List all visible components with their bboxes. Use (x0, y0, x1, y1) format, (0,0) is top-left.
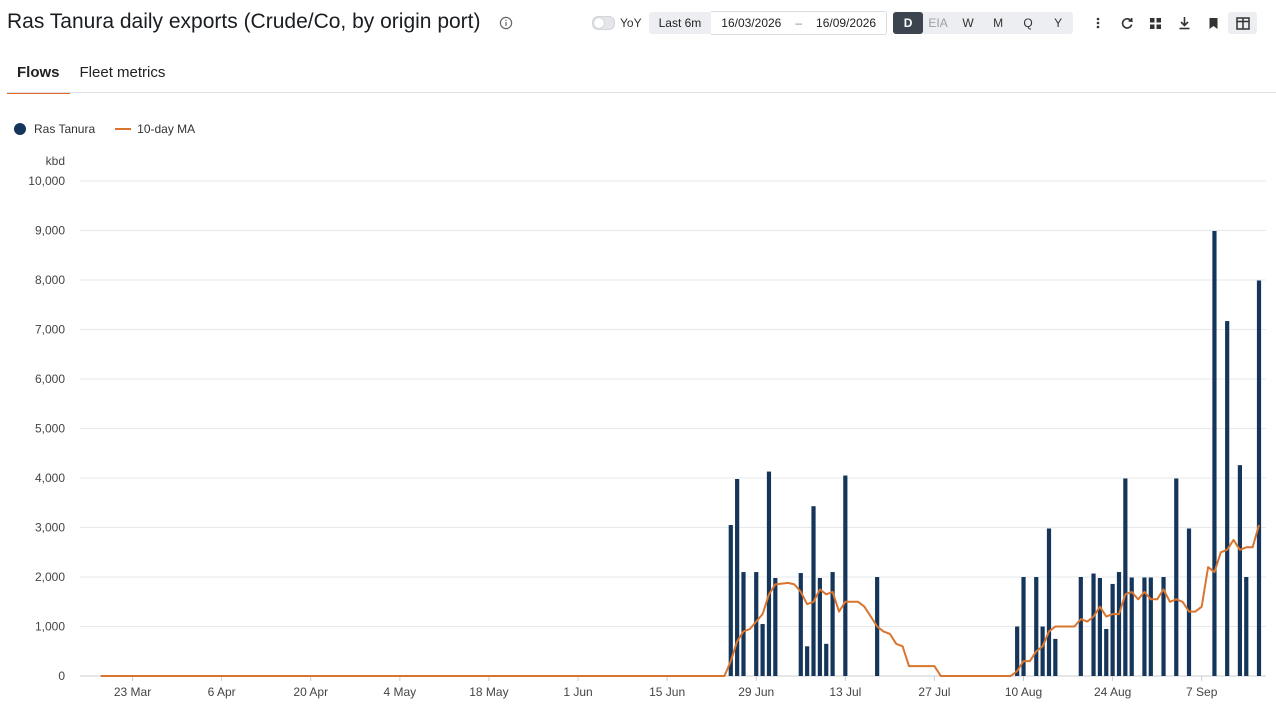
more-vertical-icon[interactable] (1083, 12, 1112, 34)
panel-icon[interactable] (1228, 12, 1258, 34)
bar (1256, 280, 1262, 676)
bar (1186, 528, 1192, 676)
y-tick-label: 0 (58, 669, 65, 683)
bar (824, 643, 829, 676)
grid-icon[interactable] (1141, 12, 1170, 34)
freq-daily-button[interactable]: D (893, 12, 924, 34)
legend-swatch-bars (14, 123, 26, 135)
x-tick-label: 24 Aug (1094, 685, 1131, 699)
bookmark-icon[interactable] (1199, 12, 1228, 34)
bar (1078, 577, 1083, 676)
bar (1040, 626, 1045, 676)
info-icon[interactable] (499, 16, 513, 30)
bar (766, 471, 772, 676)
tab-fleet-metrics[interactable]: Fleet metrics (70, 58, 176, 92)
chart-header: Ras Tanura daily exports (Crude/Co, by o… (0, 0, 1276, 46)
bar (1091, 573, 1096, 676)
bar (1212, 230, 1217, 676)
x-tick-label: 20 Apr (293, 685, 328, 699)
x-tick-label: 23 Mar (114, 685, 151, 699)
freq-monthly-button[interactable]: M (983, 12, 1013, 34)
freq-weekly-button[interactable]: W (953, 12, 983, 34)
bar (1237, 465, 1243, 676)
freq-quarterly-button[interactable]: Q (1013, 12, 1043, 34)
x-tick-label: 4 May (383, 685, 416, 699)
bar (1104, 628, 1109, 676)
yoy-toggle[interactable] (592, 16, 615, 30)
y-tick-label: 4,000 (35, 471, 65, 485)
date-from[interactable]: 16/03/2026 (721, 16, 781, 30)
tab-bar: Flows Fleet metrics (7, 58, 176, 94)
x-tick-label: 7 Sep (1186, 685, 1218, 699)
bar (1110, 583, 1115, 676)
bar (1174, 478, 1179, 676)
freq-yearly-button[interactable]: Y (1043, 12, 1073, 34)
x-tick-label: 27 Jul (918, 685, 950, 699)
bar (773, 577, 778, 676)
y-tick-label: 5,000 (35, 422, 65, 436)
bar (760, 624, 765, 676)
date-to[interactable]: 16/09/2026 (816, 16, 876, 30)
frequency-selector: D EIA W M Q Y (893, 12, 1074, 34)
bar (843, 475, 848, 676)
legend-label-bars[interactable]: Ras Tanura (34, 122, 95, 136)
bar (1034, 577, 1039, 676)
yoy-label: YoY (620, 16, 642, 30)
series-line-10-day-ma (100, 524, 1260, 677)
x-tick-label: 1 Jun (563, 685, 592, 699)
date-range-picker[interactable]: 16/03/2026 – 16/09/2026 (711, 11, 888, 35)
x-tick-label: 13 Jul (829, 685, 861, 699)
toolbar-icons (1083, 12, 1258, 34)
y-tick-label: 6,000 (35, 372, 65, 386)
refresh-icon[interactable] (1112, 12, 1141, 34)
bar (798, 573, 803, 676)
legend-label-line[interactable]: 10-day MA (137, 122, 195, 136)
freq-eia-button[interactable]: EIA (923, 12, 953, 34)
bar (1123, 478, 1128, 676)
bar (1097, 577, 1102, 676)
y-tick-label: 10,000 (28, 174, 65, 188)
range-preset-button[interactable]: Last 6m (648, 12, 712, 34)
y-tick-label: 7,000 (35, 323, 65, 337)
bar (1148, 577, 1153, 676)
chart-legend: Ras Tanura 10-day MA (14, 122, 195, 136)
bar (1046, 528, 1052, 676)
x-tick-label: 15 Jun (649, 685, 685, 699)
x-tick-label: 18 May (469, 685, 508, 699)
chart-plot: kbd 0 1,000 2,000 3,000 4,000 5,000 6,000 7,000 8… (28, 154, 1266, 699)
download-icon[interactable] (1170, 12, 1199, 34)
tab-flows[interactable]: Flows (7, 58, 70, 94)
legend-swatch-line (115, 128, 132, 130)
bar (1053, 638, 1058, 676)
y-tick-label: 8,000 (35, 273, 65, 287)
bar (741, 572, 746, 676)
toolbar: YoY Last 6m 16/03/2026 – 16/09/2026 D EI… (592, 11, 1258, 35)
bar (1244, 577, 1249, 676)
x-tick-label: 6 Apr (208, 685, 236, 699)
page-title: Ras Tanura daily exports (Crude/Co, by o… (7, 10, 481, 33)
bar (811, 506, 816, 676)
bar (1225, 321, 1230, 676)
bar (1116, 572, 1122, 676)
y-tick-label: 2,000 (35, 570, 65, 584)
x-tick-label: 10 Aug (1005, 685, 1042, 699)
bar (830, 572, 835, 676)
date-separator: – (795, 16, 803, 30)
tab-divider (7, 92, 1276, 93)
y-axis-unit-label: kbd (46, 154, 65, 168)
x-tick-label: 29 Jun (738, 685, 774, 699)
y-tick-label: 9,000 (35, 224, 65, 238)
y-tick-label: 1,000 (35, 620, 65, 634)
bar (805, 646, 810, 676)
y-tick-label: 3,000 (35, 521, 65, 535)
